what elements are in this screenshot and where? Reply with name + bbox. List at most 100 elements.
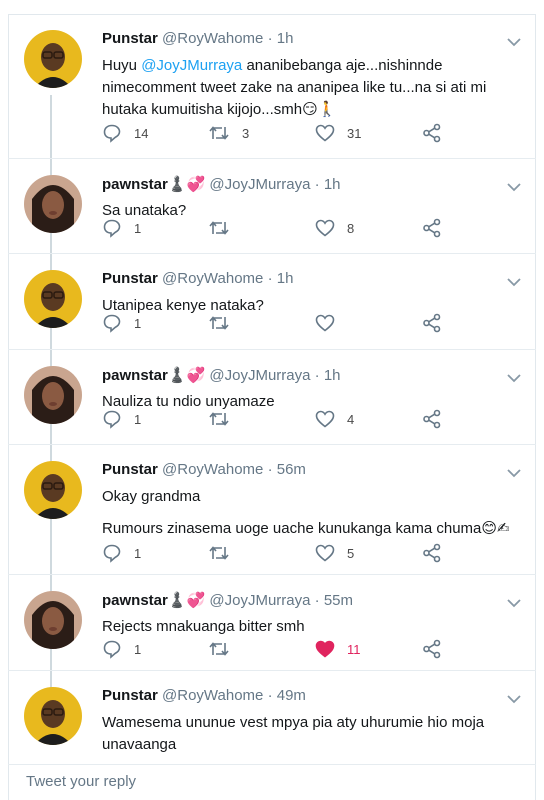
retweet-button[interactable] (208, 217, 242, 239)
timestamp[interactable]: 1h (324, 176, 341, 193)
chevron-down-icon[interactable] (506, 179, 522, 197)
chevron-down-icon[interactable] (506, 691, 522, 709)
avatar[interactable] (24, 175, 82, 233)
timestamp[interactable]: 1h (324, 367, 341, 384)
user-handle[interactable]: @RoyWahome (162, 687, 263, 704)
share-button[interactable] (422, 408, 442, 430)
tweet-header: pawnstar♟️💞 @JoyJMurraya · 55m (102, 591, 353, 609)
display-name[interactable]: Punstar (102, 30, 158, 47)
display-name[interactable]: Punstar (102, 461, 158, 478)
separator: · (314, 367, 320, 384)
display-name[interactable]: Punstar (102, 687, 158, 704)
like-button[interactable]: 8 (315, 217, 354, 239)
like-button[interactable] (315, 312, 347, 334)
separator: · (267, 687, 273, 704)
pawnstar-avatar-icon (24, 366, 82, 424)
retweet-button[interactable] (208, 408, 242, 430)
like-button[interactable]: 4 (315, 408, 354, 430)
separator: · (314, 592, 320, 609)
share-button[interactable] (422, 638, 442, 660)
separator: · (267, 461, 273, 478)
retweet-button[interactable] (208, 312, 242, 334)
heart-icon (315, 410, 335, 428)
user-handle[interactable]: @RoyWahome (162, 461, 263, 478)
mention-link[interactable]: @JoyJMurraya (141, 57, 242, 74)
user-handle[interactable]: @RoyWahome (162, 270, 263, 287)
retweet-button[interactable] (208, 638, 242, 660)
tweet-actions: 1 (102, 312, 482, 334)
reply-icon (103, 219, 121, 238)
timestamp[interactable]: 55m (324, 592, 353, 609)
reply-button[interactable]: 1 (102, 312, 141, 334)
reply-icon (103, 410, 121, 429)
retweet-icon (209, 221, 229, 235)
tweet-text-part: Huyu (102, 57, 142, 74)
avatar[interactable] (24, 366, 82, 424)
avatar[interactable] (24, 687, 82, 745)
share-icon (423, 639, 441, 659)
share-icon (423, 123, 441, 143)
like-button[interactable]: 31 (315, 122, 361, 144)
like-button[interactable]: 5 (315, 542, 354, 564)
timestamp[interactable]: 1h (277, 270, 294, 287)
share-icon (423, 543, 441, 563)
user-handle[interactable]: @JoyJMurraya (209, 176, 310, 193)
display-name[interactable]: Punstar (102, 270, 158, 287)
reply-icon (103, 124, 121, 143)
pawnstar-avatar-icon (24, 591, 82, 649)
display-name[interactable]: pawnstar♟️💞 (102, 176, 205, 193)
retweet-icon (209, 546, 229, 560)
tweet-actions: 1 4 (102, 408, 482, 430)
display-name[interactable]: pawnstar♟️💞 (102, 592, 205, 609)
tweet[interactable]: pawnstar♟️💞 @JoyJMurraya · 1h Nauliza tu… (8, 350, 536, 445)
tweet-header: Punstar @RoyWahome · 49m (102, 687, 306, 704)
display-name[interactable]: pawnstar♟️💞 (102, 367, 205, 384)
share-button[interactable] (422, 122, 442, 144)
chevron-down-icon[interactable] (506, 34, 522, 52)
heart-icon (315, 314, 335, 332)
reply-count: 1 (134, 641, 142, 657)
reply-input[interactable]: Tweet your reply (8, 764, 536, 800)
avatar[interactable] (24, 270, 82, 328)
timestamp[interactable]: 1h (277, 30, 294, 47)
separator: · (267, 30, 273, 47)
punstar-avatar-icon (24, 30, 82, 88)
reply-icon (103, 640, 121, 659)
chevron-down-icon[interactable] (506, 595, 522, 613)
share-button[interactable] (422, 312, 442, 334)
timestamp[interactable]: 56m (277, 461, 306, 478)
reply-button[interactable]: 1 (102, 542, 141, 564)
tweet[interactable]: Punstar @RoyWahome · 56m Okay grandma Ru… (8, 445, 536, 575)
reply-count: 1 (134, 411, 142, 427)
chevron-down-icon[interactable] (506, 370, 522, 388)
like-button[interactable]: 11 (315, 638, 361, 660)
tweet[interactable]: pawnstar♟️💞 @JoyJMurraya · 1h Sa unataka… (8, 159, 536, 254)
tweet-text: Okay grandma (102, 488, 201, 505)
user-handle[interactable]: @JoyJMurraya (209, 592, 310, 609)
retweet-button[interactable] (208, 542, 242, 564)
user-handle[interactable]: @RoyWahome (162, 30, 263, 47)
retweet-icon (209, 642, 229, 656)
heart-icon (315, 544, 335, 562)
tweet[interactable]: Punstar @RoyWahome · 49m Wamesema ununue… (8, 671, 536, 764)
chevron-down-icon[interactable] (506, 274, 522, 292)
reply-count: 1 (134, 220, 142, 236)
reply-button[interactable]: 1 (102, 217, 141, 239)
tweet-actions: 1 8 (102, 217, 482, 239)
timestamp[interactable]: 49m (277, 687, 306, 704)
tweet-text: Wamesema ununue vest mpya pia aty uhurum… (102, 714, 485, 753)
avatar[interactable] (24, 591, 82, 649)
tweet[interactable]: Punstar @RoyWahome · 1h Huyu @JoyJMurray… (8, 14, 536, 159)
tweet[interactable]: Punstar @RoyWahome · 1h Utanipea kenye n… (8, 254, 536, 350)
chevron-down-icon[interactable] (506, 465, 522, 483)
reply-button[interactable]: 14 (102, 122, 148, 144)
reply-button[interactable]: 1 (102, 638, 141, 660)
avatar[interactable] (24, 461, 82, 519)
reply-button[interactable]: 1 (102, 408, 141, 430)
tweet[interactable]: pawnstar♟️💞 @JoyJMurraya · 55m Rejects m… (8, 575, 536, 671)
share-button[interactable] (422, 542, 442, 564)
avatar[interactable] (24, 30, 82, 88)
user-handle[interactable]: @JoyJMurraya (209, 367, 310, 384)
share-button[interactable] (422, 217, 442, 239)
retweet-button[interactable]: 3 (208, 122, 249, 144)
